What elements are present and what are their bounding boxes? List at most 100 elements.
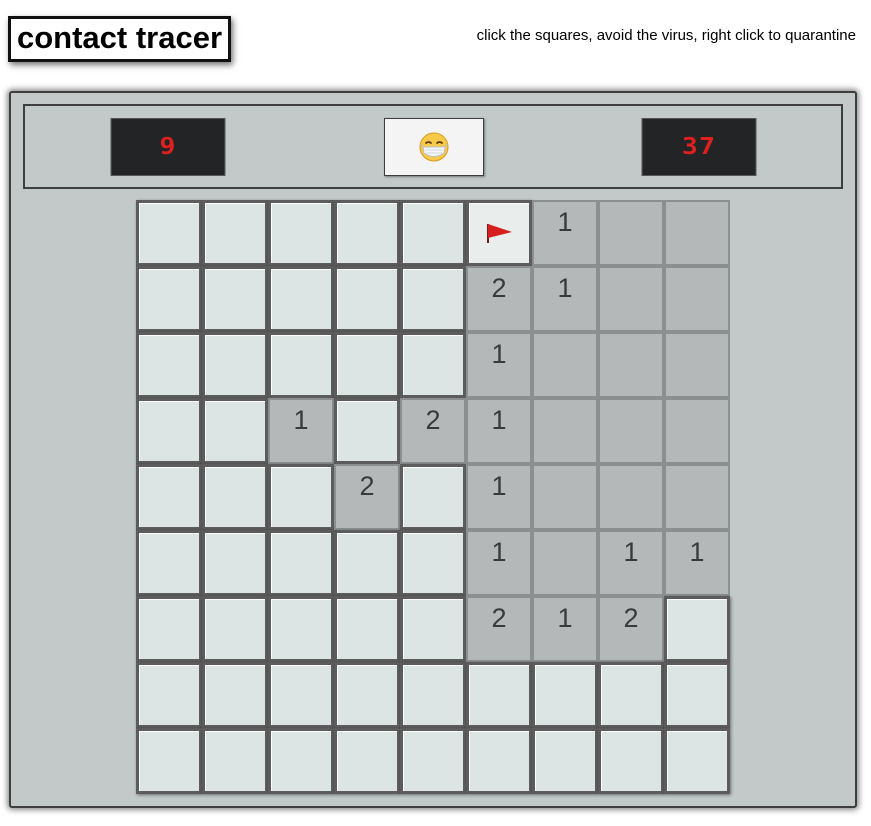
grid-cell-r8-c7[interactable] [598, 728, 664, 794]
grid-cell-r0-c6: 1 [532, 200, 598, 266]
grid-cell-r5-c4[interactable] [400, 530, 466, 596]
grid-cell-r3-c6 [532, 398, 598, 464]
grid-cell-r4-c3: 2 [334, 464, 400, 530]
grid-cell-r0-c5[interactable] [466, 200, 532, 266]
grid-cell-r1-c8 [664, 266, 730, 332]
grid-cell-r6-c2[interactable] [268, 596, 334, 662]
grid-cell-r7-c4[interactable] [400, 662, 466, 728]
grid-cell-r3-c5: 1 [466, 398, 532, 464]
cell-number: 2 [425, 405, 441, 435]
grid-cell-r8-c1[interactable] [202, 728, 268, 794]
grid-cell-r7-c3[interactable] [334, 662, 400, 728]
grid-cell-r6-c0[interactable] [136, 596, 202, 662]
grid-cell-r1-c2[interactable] [268, 266, 334, 332]
grid-cell-r3-c0[interactable] [136, 398, 202, 464]
grid-cell-r3-c2: 1 [268, 398, 334, 464]
grid-cell-r1-c1[interactable] [202, 266, 268, 332]
grid-cell-r5-c5: 1 [466, 530, 532, 596]
instructions-text: click the squares, avoid the virus, righ… [476, 27, 856, 44]
grid-cell-r5-c1[interactable] [202, 530, 268, 596]
grid-cell-r5-c0[interactable] [136, 530, 202, 596]
grid-cell-r7-c0[interactable] [136, 662, 202, 728]
grid-cell-r4-c4[interactable] [400, 464, 466, 530]
grid-cell-r5-c3[interactable] [334, 530, 400, 596]
grid-cell-r4-c6 [532, 464, 598, 530]
grid-cell-r8-c5[interactable] [466, 728, 532, 794]
grid-cell-r8-c2[interactable] [268, 728, 334, 794]
mask-face-icon [419, 132, 449, 162]
grid-cell-r6-c1[interactable] [202, 596, 268, 662]
grid-cell-r6-c6: 1 [532, 596, 598, 662]
grid-cell-r2-c5: 1 [466, 332, 532, 398]
grid-cell-r4-c7 [598, 464, 664, 530]
grid-cell-r8-c6[interactable] [532, 728, 598, 794]
grid-cell-r7-c5[interactable] [466, 662, 532, 728]
grid-cell-r2-c3[interactable] [334, 332, 400, 398]
cell-number: 1 [689, 537, 705, 567]
grid-cell-r1-c3[interactable] [334, 266, 400, 332]
game-panel: 9 37 1 2 1 1 1 2 1 2 1 1 1 1 2 1 2 [9, 91, 857, 808]
cell-number: 1 [491, 339, 507, 369]
grid-cell-r8-c4[interactable] [400, 728, 466, 794]
grid-cell-r1-c5: 2 [466, 266, 532, 332]
grid-cell-r8-c0[interactable] [136, 728, 202, 794]
grid-cell-r3-c8 [664, 398, 730, 464]
grid-cell-r4-c5: 1 [466, 464, 532, 530]
grid-cell-r0-c7 [598, 200, 664, 266]
grid-cell-r2-c1[interactable] [202, 332, 268, 398]
grid-cell-r6-c8[interactable] [664, 596, 730, 662]
flags-remaining-counter: 9 [110, 118, 226, 176]
grid-cell-r1-c6: 1 [532, 266, 598, 332]
grid-cell-r1-c0[interactable] [136, 266, 202, 332]
grid-cell-r5-c7: 1 [598, 530, 664, 596]
grid-cell-r0-c4[interactable] [400, 200, 466, 266]
grid-cell-r4-c1[interactable] [202, 464, 268, 530]
grid-cell-r3-c1[interactable] [202, 398, 268, 464]
cell-number: 1 [491, 471, 507, 501]
reset-face-button[interactable] [384, 118, 484, 176]
cell-number: 1 [557, 603, 573, 633]
grid-cell-r2-c7 [598, 332, 664, 398]
grid-cell-r2-c8 [664, 332, 730, 398]
grid-cell-r4-c8 [664, 464, 730, 530]
flag-icon [487, 224, 512, 243]
grid-cell-r7-c7[interactable] [598, 662, 664, 728]
cell-number: 2 [623, 603, 639, 633]
grid-cell-r7-c1[interactable] [202, 662, 268, 728]
grid-cell-r7-c2[interactable] [268, 662, 334, 728]
grid-cell-r2-c6 [532, 332, 598, 398]
grid-cell-r3-c3[interactable] [334, 398, 400, 464]
grid-cell-r0-c3[interactable] [334, 200, 400, 266]
grid-cell-r8-c3[interactable] [334, 728, 400, 794]
cell-number: 2 [359, 471, 375, 501]
cell-number: 2 [491, 603, 507, 633]
grid-cell-r3-c7 [598, 398, 664, 464]
grid-cell-r7-c8[interactable] [664, 662, 730, 728]
cell-number: 1 [557, 207, 573, 237]
game-header: 9 37 [23, 104, 843, 189]
grid-cell-r5-c8: 1 [664, 530, 730, 596]
timer-counter: 37 [641, 118, 757, 176]
grid-cell-r2-c2[interactable] [268, 332, 334, 398]
grid-cell-r1-c7 [598, 266, 664, 332]
grid-cell-r4-c0[interactable] [136, 464, 202, 530]
grid-cell-r5-c2[interactable] [268, 530, 334, 596]
grid-cell-r0-c0[interactable] [136, 200, 202, 266]
grid-cell-r4-c2[interactable] [268, 464, 334, 530]
grid-cell-r0-c2[interactable] [268, 200, 334, 266]
grid-cell-r8-c8[interactable] [664, 728, 730, 794]
grid-cell-r2-c4[interactable] [400, 332, 466, 398]
cell-number: 1 [491, 405, 507, 435]
minefield-grid: 1 2 1 1 1 2 1 2 1 1 1 1 2 1 2 [136, 200, 736, 800]
grid-cell-r6-c4[interactable] [400, 596, 466, 662]
grid-cell-r6-c3[interactable] [334, 596, 400, 662]
grid-cell-r1-c4[interactable] [400, 266, 466, 332]
grid-cell-r3-c4: 2 [400, 398, 466, 464]
grid-cell-r7-c6[interactable] [532, 662, 598, 728]
cell-number: 2 [491, 273, 507, 303]
cell-number: 1 [491, 537, 507, 567]
grid-cell-r2-c0[interactable] [136, 332, 202, 398]
grid-cell-r0-c1[interactable] [202, 200, 268, 266]
app-title: contact tracer [8, 16, 232, 62]
grid-cell-r5-c6 [532, 530, 598, 596]
